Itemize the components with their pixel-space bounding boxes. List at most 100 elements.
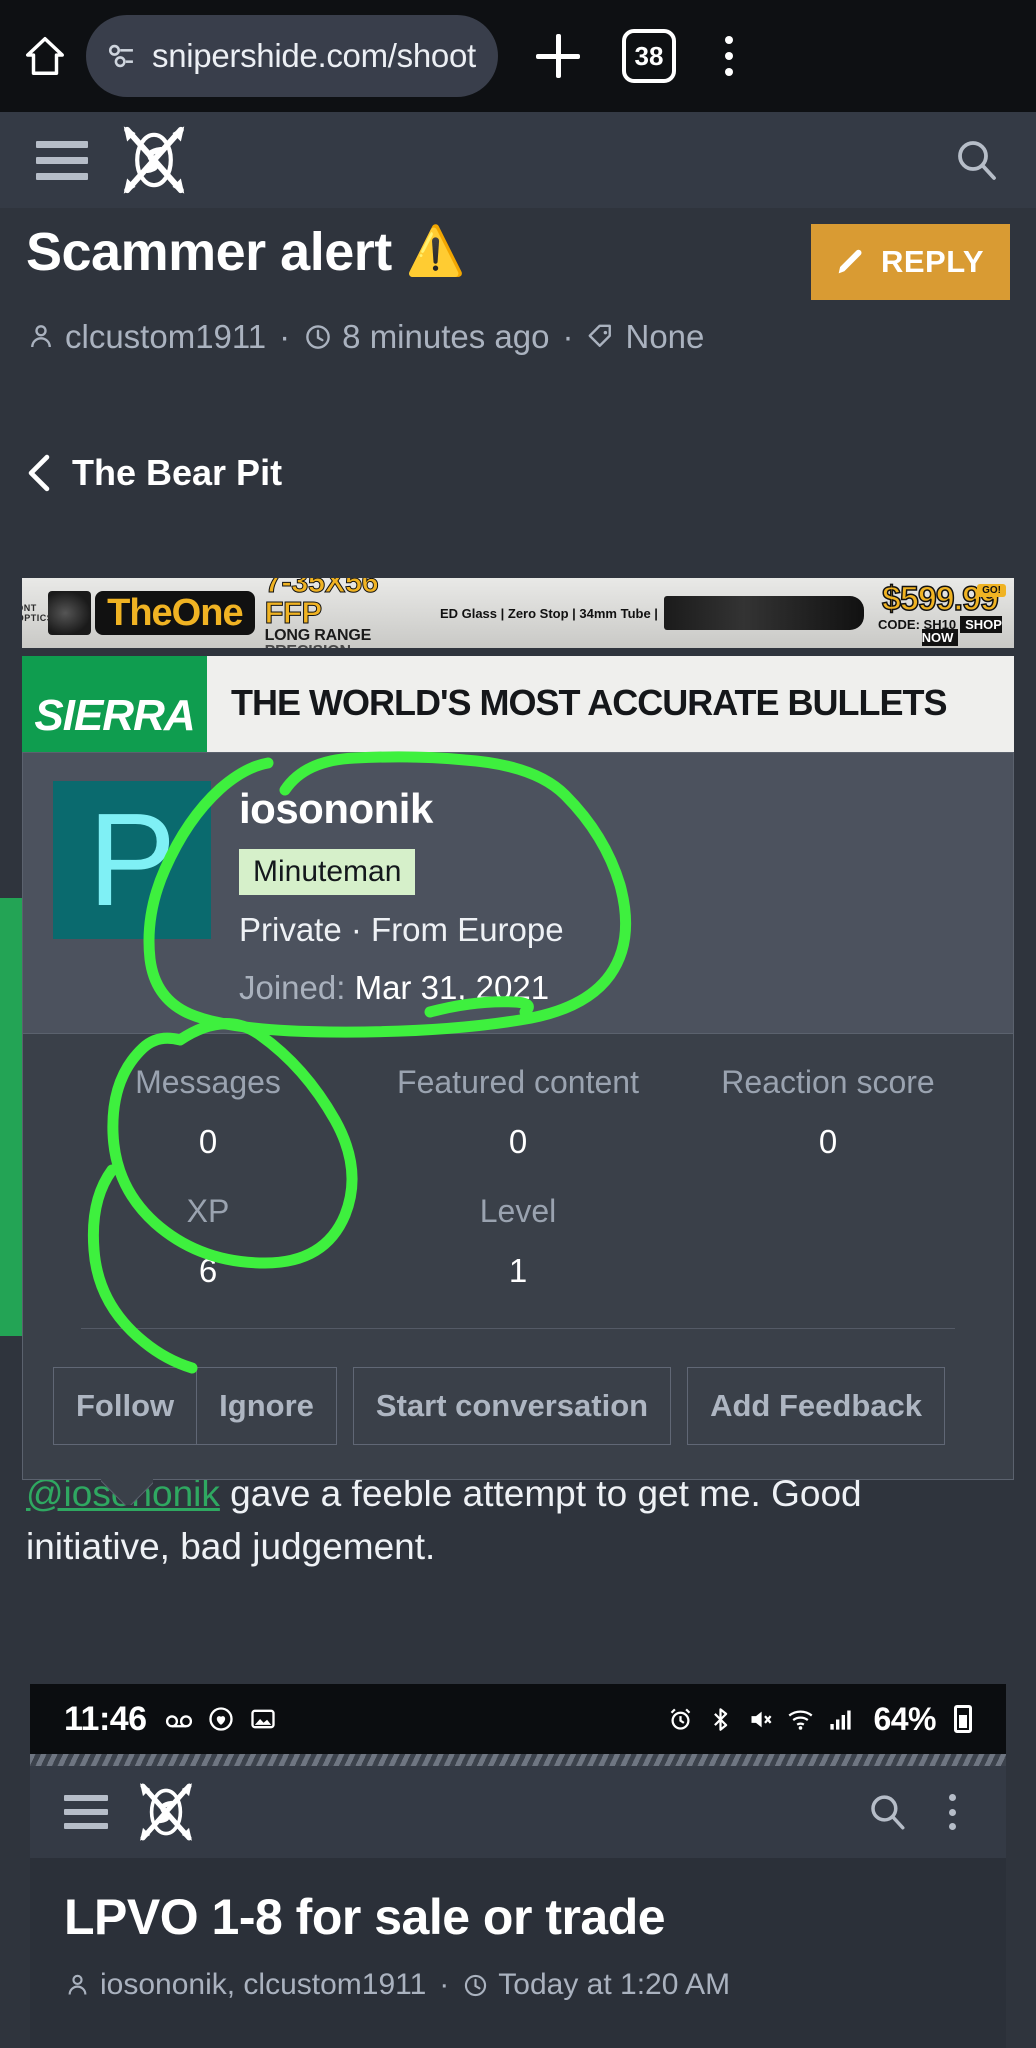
divider xyxy=(81,1328,955,1329)
stat-reaction-label: Reaction score xyxy=(721,1064,935,1100)
thread-tag: None xyxy=(625,318,705,355)
unread-accent-bar xyxy=(0,898,22,1336)
stat-level-value: 1 xyxy=(508,1252,528,1289)
member-stats: Messages 0 Featured content 0 Reaction s… xyxy=(23,1034,1013,1339)
embedded-thread-meta: iosononik, clcustom1911 · Today at 1:20 … xyxy=(64,1968,972,2002)
member-card-actions: Follow Ignore Start conversation Add Fee… xyxy=(23,1339,1013,1479)
stat-xp-value: 6 xyxy=(198,1252,218,1289)
ad-scope-thumb-icon xyxy=(48,591,92,635)
screenshot-edge-artifact xyxy=(30,1754,1006,1766)
ad-spec: 7-35X56 FFP LONG RANGE PRECISION xyxy=(264,578,428,649)
wifi-icon xyxy=(789,1710,813,1730)
hamburger-icon[interactable] xyxy=(64,1795,108,1829)
status-time: 11:46 xyxy=(64,1699,147,1738)
url-bar[interactable]: snipershide.com/shootir xyxy=(86,15,498,97)
embedded-thread-title: LPVO 1-8 for sale or trade xyxy=(64,1889,666,1945)
member-username[interactable]: iosononik xyxy=(239,785,564,833)
stat-xp-label: XP xyxy=(186,1193,230,1229)
clock-icon xyxy=(306,325,330,349)
search-icon[interactable] xyxy=(952,136,1000,184)
pencil-icon xyxy=(838,249,862,274)
site-header xyxy=(0,112,1036,208)
person-icon xyxy=(31,325,51,348)
alarm-icon xyxy=(671,1708,691,1730)
battery-icon xyxy=(954,1705,972,1733)
voicemail-icon xyxy=(165,1715,192,1728)
breadcrumb[interactable]: The Bear Pit xyxy=(26,452,282,494)
warning-icon: ⚠️ xyxy=(405,225,466,279)
page-info-icon xyxy=(108,44,133,68)
bluetooth-icon xyxy=(714,1707,728,1731)
ad-banner-dnt-optics[interactable]: DNT OPTICS TheOne 7-35X56 FFP LONG RANGE… xyxy=(22,578,1014,648)
avatar[interactable]: P xyxy=(53,781,211,939)
chevron-left-icon xyxy=(28,454,50,492)
browser-toolbar: snipershide.com/shootir 38 xyxy=(0,0,1036,112)
hamburger-icon[interactable] xyxy=(36,140,88,180)
member-card-popup: P iosononik Minuteman Private · From Eur… xyxy=(22,752,1014,1480)
ad-features: ED Glass | Zero Stop | 34mm Tube | xyxy=(439,605,658,621)
embedded-thread-time: Today at 1:20 AM xyxy=(498,1968,731,2001)
member-card-header: P iosononik Minuteman Private · From Eur… xyxy=(23,753,1013,1034)
embedded-screenshot-attachment[interactable]: 11:46 64% LPVO 1-8 for sale or trade ios… xyxy=(30,1684,1006,2048)
ad-region: DNT OPTICS TheOne 7-35X56 FFP LONG RANGE… xyxy=(22,578,1014,776)
ad-headline: TheOne xyxy=(95,591,255,635)
joined-value: Mar 31, 2021 xyxy=(354,969,550,1006)
thread-time: 8 minutes ago xyxy=(342,318,550,355)
browser-menu-button[interactable] xyxy=(706,36,752,76)
stat-messages-value: 0 xyxy=(198,1123,218,1160)
member-role-line: Private · From Europe xyxy=(239,911,564,948)
url-text: snipershide.com/shootir xyxy=(152,37,478,74)
tag-icon xyxy=(589,324,612,347)
home-icon[interactable] xyxy=(22,33,68,79)
thread-meta: clcustom1911 · 8 minutes ago · None xyxy=(26,318,1010,356)
member-rank-badge: Minuteman xyxy=(239,849,416,895)
thread-title-text: Scammer alert xyxy=(26,222,392,282)
ad-spec-model: 7-35X56 FFP xyxy=(264,578,379,630)
snipers-hide-logo[interactable] xyxy=(112,118,196,202)
embedded-thread-header: LPVO 1-8 for sale or trade iosononik, cl… xyxy=(30,1858,1006,2002)
stat-featured-content: Featured content 0 xyxy=(363,1064,673,1161)
signal-icon xyxy=(830,1710,852,1730)
stat-featured-value: 0 xyxy=(508,1123,528,1160)
ad-spec-sub-bold: LONG RANGE xyxy=(264,627,372,644)
overflow-menu-button[interactable] xyxy=(932,1794,972,1830)
stat-level: Level 1 xyxy=(363,1193,673,1290)
person-icon xyxy=(68,1974,87,1995)
member-card-pointer xyxy=(101,1477,153,1505)
ignore-button[interactable]: Ignore xyxy=(196,1367,337,1445)
joined-label: Joined: xyxy=(239,969,346,1006)
ad-go-badge[interactable]: GO! xyxy=(977,584,1006,597)
ad-brand-vertical: DNT OPTICS xyxy=(22,603,54,623)
page-title: Scammer alert ⚠️ xyxy=(26,222,466,282)
snipers-hide-logo[interactable] xyxy=(130,1776,202,1848)
stat-xp: XP 6 xyxy=(53,1193,363,1290)
follow-button[interactable]: Follow xyxy=(53,1367,197,1445)
embedded-site-header xyxy=(30,1766,1006,1858)
post-message: @iosononik gave a feeble attempt to get … xyxy=(26,1468,926,1573)
member-joined: Joined: Mar 31, 2021 xyxy=(239,969,564,1007)
meta-separator-1: · xyxy=(279,318,291,355)
thread-author[interactable]: clcustom1911 xyxy=(65,318,266,356)
ad-scope-image xyxy=(663,596,864,630)
embedded-meta-separator: · xyxy=(439,1968,450,2001)
add-feedback-button[interactable]: Add Feedback xyxy=(687,1367,945,1445)
screenshot-root: snipershide.com/shootir 38 Scammer alert… xyxy=(0,0,1036,2048)
ad-spec-sub-light: PRECISION xyxy=(265,643,351,649)
start-conversation-button[interactable]: Start conversation xyxy=(352,1367,672,1445)
mute-icon xyxy=(751,1711,772,1727)
stat-messages-label: Messages xyxy=(135,1064,281,1100)
new-tab-button[interactable] xyxy=(528,26,588,86)
reply-button[interactable]: REPLY xyxy=(810,224,1010,300)
android-status-bar: 11:46 64% xyxy=(30,1684,1006,1754)
ad-sierra-tagline: THE WORLD'S MOST ACCURATE BULLETS xyxy=(231,682,948,723)
image-icon xyxy=(250,1709,275,1729)
stat-messages: Messages 0 xyxy=(53,1064,363,1161)
stat-featured-label: Featured content xyxy=(397,1064,639,1100)
clock-icon xyxy=(465,1974,487,1996)
breadcrumb-label: The Bear Pit xyxy=(72,452,283,493)
stat-level-label: Level xyxy=(479,1193,557,1229)
tab-counter[interactable]: 38 xyxy=(622,29,676,83)
stat-reaction-score: Reaction score 0 xyxy=(673,1064,983,1161)
meta-separator-2: · xyxy=(562,318,574,355)
search-icon[interactable] xyxy=(866,1791,908,1833)
